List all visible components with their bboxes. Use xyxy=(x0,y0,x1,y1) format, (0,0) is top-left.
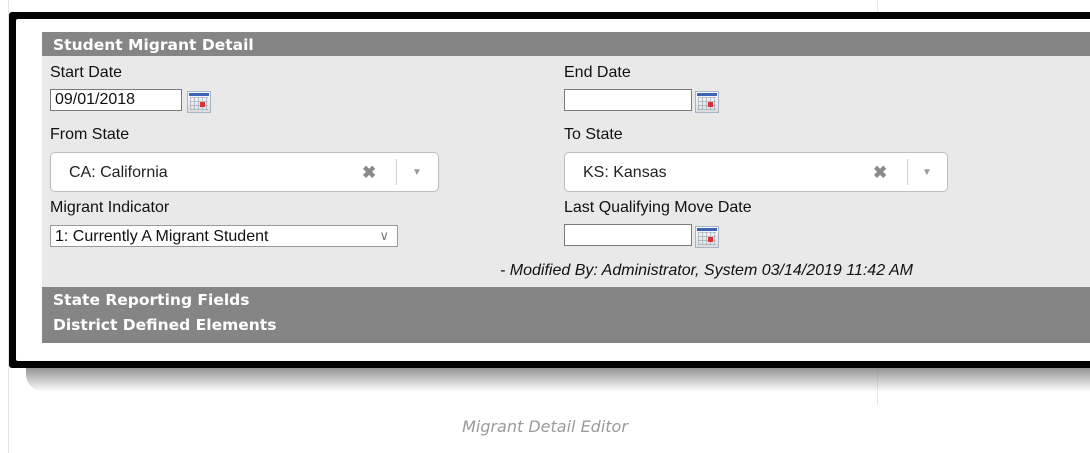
combo-separator xyxy=(396,159,397,185)
migrant-indicator-select[interactable]: 1: Currently A Migrant Student ∨ xyxy=(50,225,398,247)
to-state-value: KS: Kansas xyxy=(583,164,667,181)
section-district-defined-elements[interactable]: District Defined Elements xyxy=(53,312,1090,337)
from-state-value: CA: California xyxy=(69,164,168,181)
migrant-indicator-label: Migrant Indicator xyxy=(50,199,170,216)
chevron-down-icon[interactable]: ▼ xyxy=(922,153,932,193)
panel-title: Student Migrant Detail xyxy=(42,32,1090,56)
start-date-calendar-icon[interactable] xyxy=(187,91,211,113)
start-date-input[interactable] xyxy=(50,89,182,111)
chevron-down-icon[interactable]: ▼ xyxy=(412,153,422,193)
figure-caption: Migrant Detail Editor xyxy=(462,417,628,436)
end-date-calendar-icon[interactable] xyxy=(695,91,719,113)
last-qualifying-move-date-calendar-icon[interactable] xyxy=(695,226,719,248)
collapsed-sections: State Reporting Fields District Defined … xyxy=(42,287,1090,343)
modified-by-text: - Modified By: Administrator, System 03/… xyxy=(500,262,913,279)
combo-separator xyxy=(907,159,908,185)
from-state-combobox[interactable]: CA: California ✖ ▼ xyxy=(50,152,439,192)
last-qualifying-move-date-label: Last Qualifying Move Date xyxy=(564,199,752,216)
to-state-label: To State xyxy=(564,126,623,143)
student-migrant-detail-panel: Student Migrant Detail Start Date End Da… xyxy=(42,32,1090,343)
from-state-label: From State xyxy=(50,126,130,143)
section-state-reporting-fields[interactable]: State Reporting Fields xyxy=(53,287,1090,312)
end-date-input[interactable] xyxy=(564,89,692,111)
clear-x-icon[interactable]: ✖ xyxy=(362,153,376,193)
last-qualifying-move-date-input[interactable] xyxy=(564,224,692,246)
start-date-label: Start Date xyxy=(50,64,123,81)
clear-x-icon[interactable]: ✖ xyxy=(873,153,887,193)
to-state-combobox[interactable]: KS: Kansas ✖ ▼ xyxy=(564,152,948,192)
screenshot-shadow xyxy=(26,366,1090,392)
migrant-indicator-value: 1: Currently A Migrant Student xyxy=(55,228,269,245)
end-date-label: End Date xyxy=(564,64,631,81)
chevron-down-icon: ∨ xyxy=(379,228,389,243)
